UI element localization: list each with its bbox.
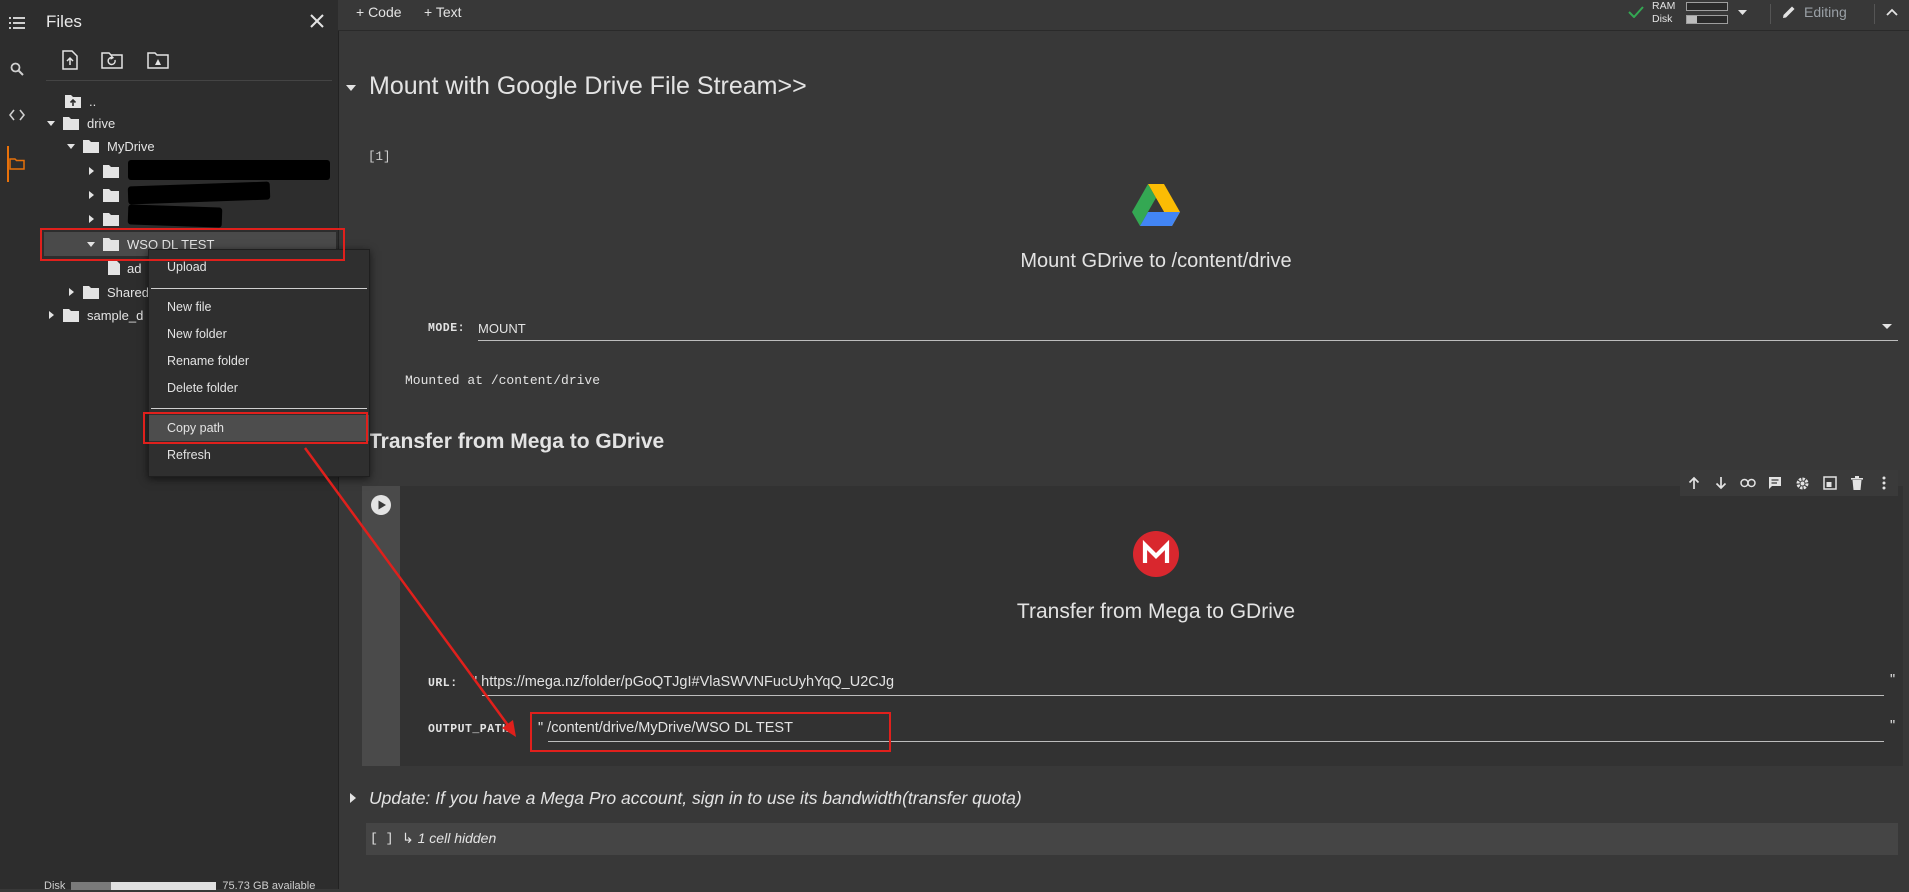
annotation-arrow xyxy=(303,447,516,737)
